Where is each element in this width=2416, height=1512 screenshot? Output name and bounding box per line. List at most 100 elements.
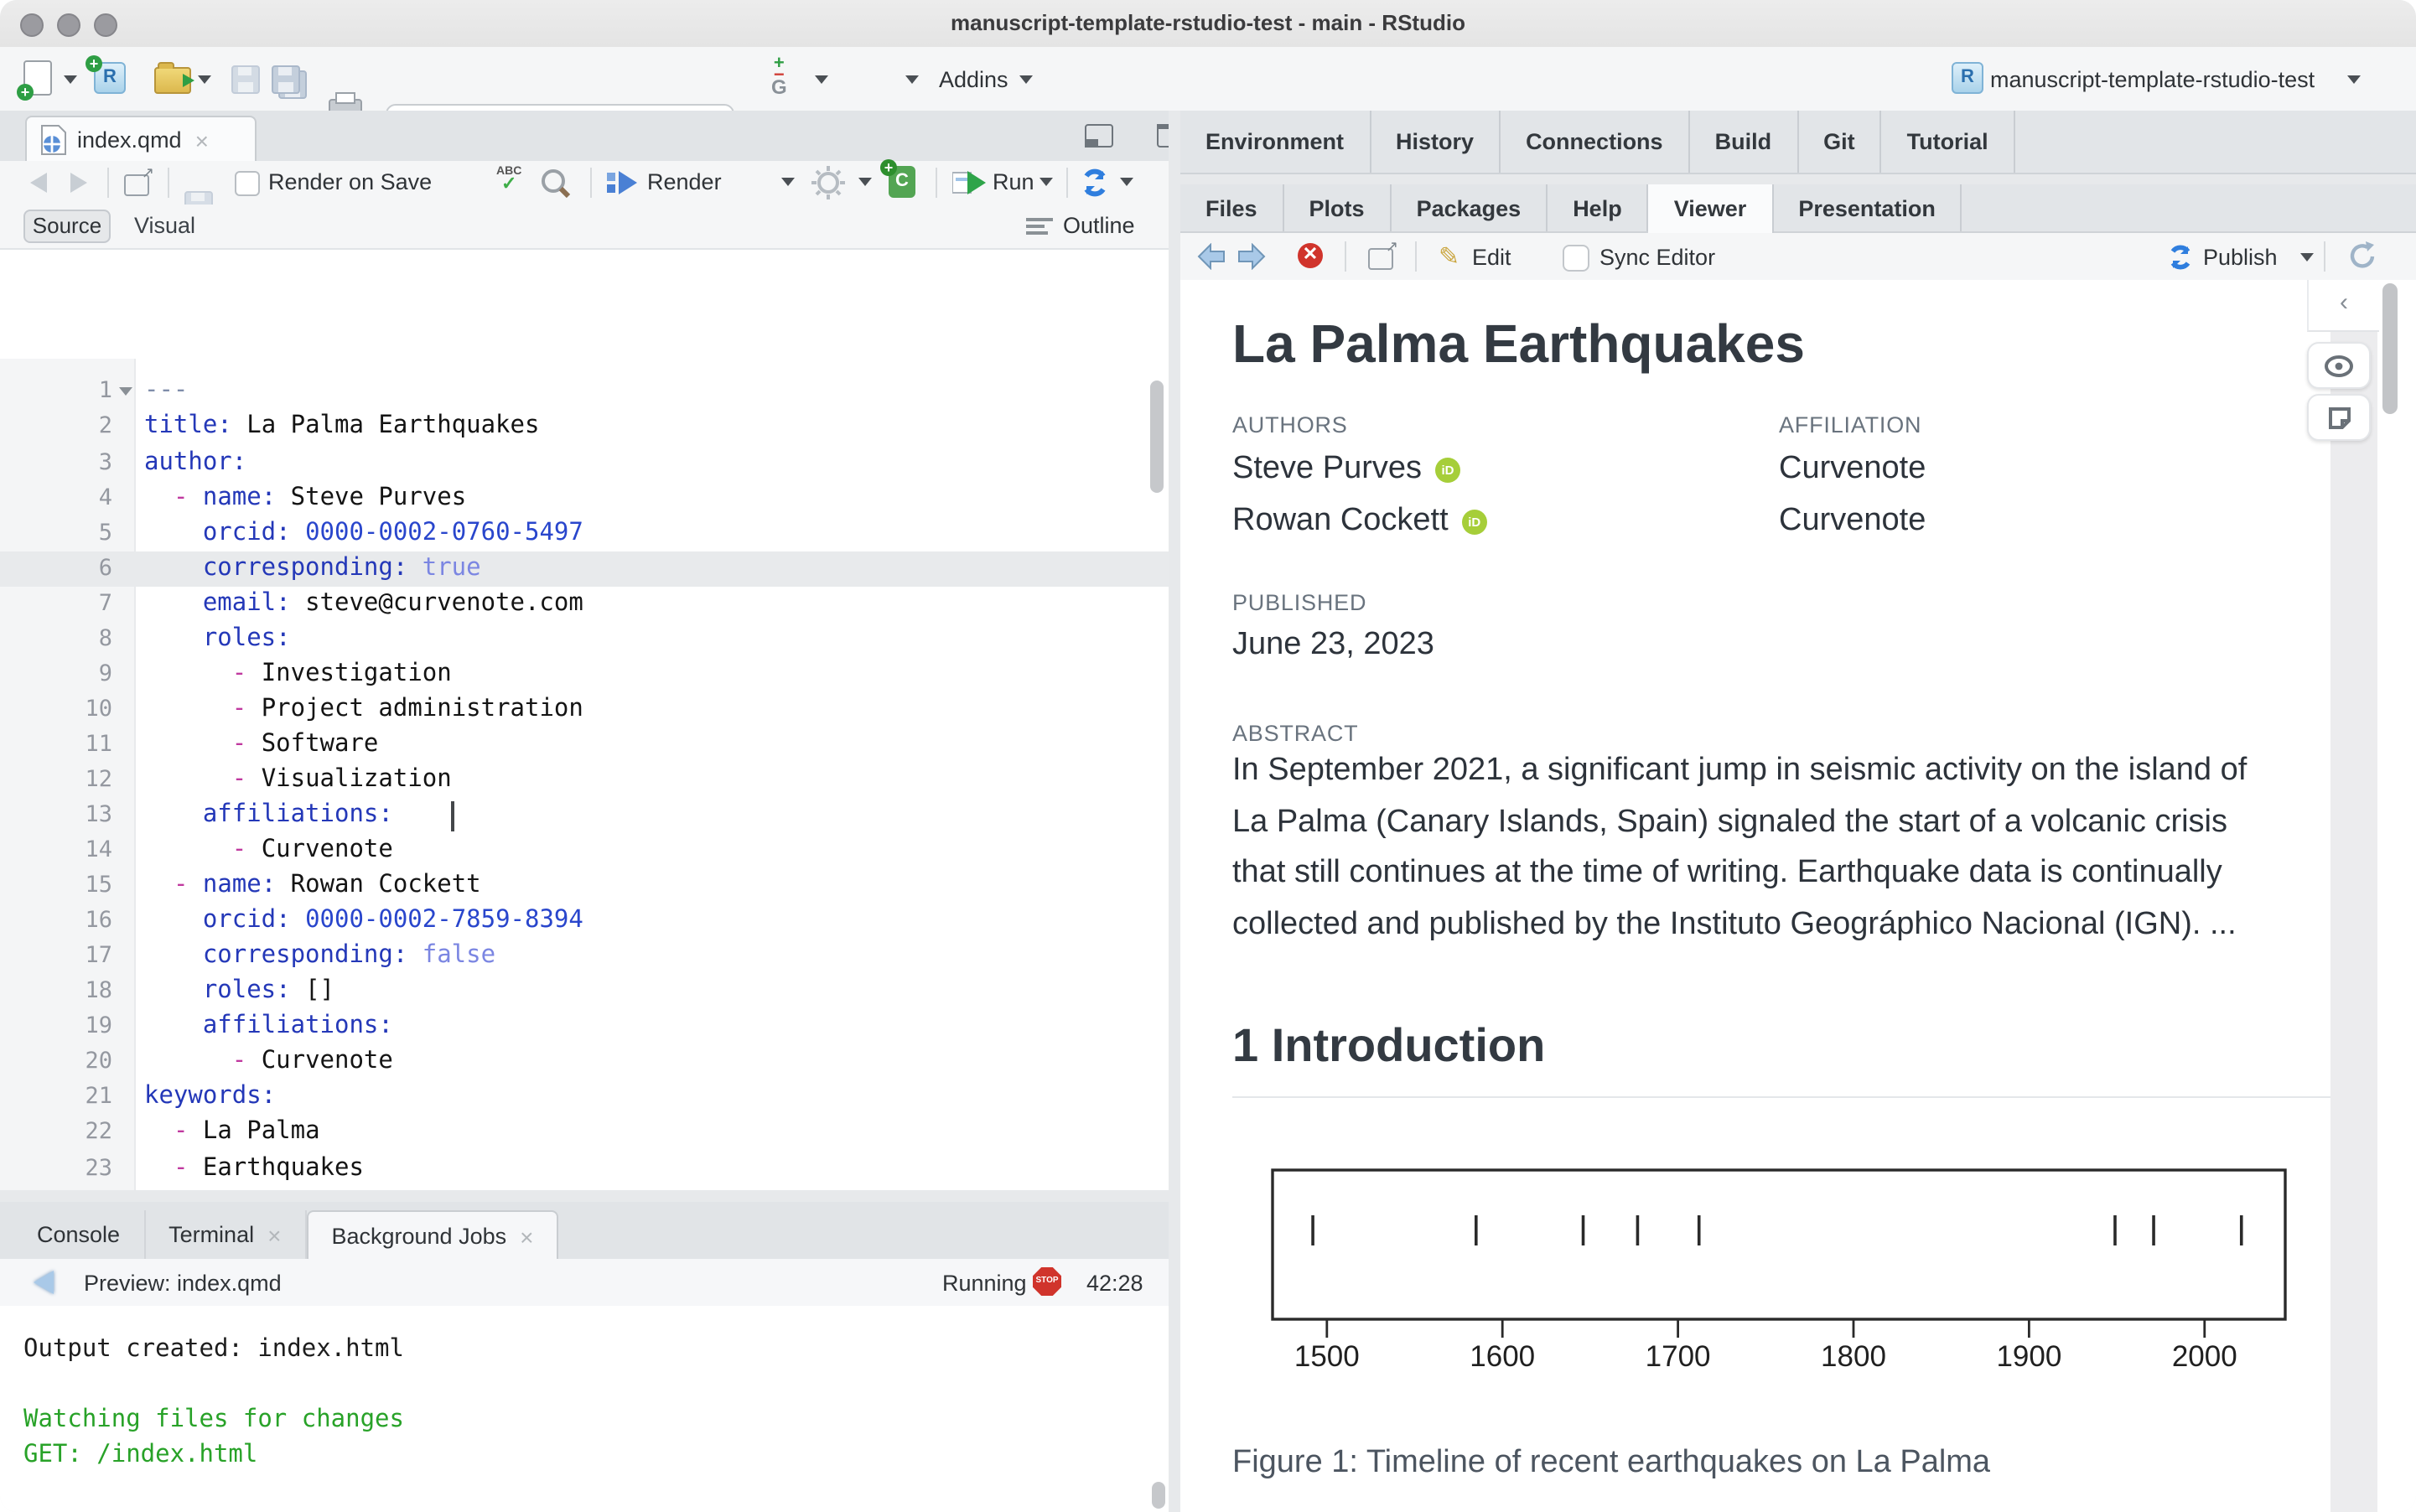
source-script-icon[interactable]	[1080, 168, 1110, 198]
code-line-14[interactable]: 14 - Curvenote	[0, 833, 1169, 868]
new-file-dropdown[interactable]	[64, 75, 77, 84]
version-control-dropdown[interactable]	[815, 75, 828, 84]
minimize-pane-icon[interactable]	[1085, 124, 1113, 148]
code-line-8[interactable]: 8 roles:	[0, 622, 1169, 657]
run-dropdown[interactable]	[1040, 178, 1053, 186]
forward-icon[interactable]	[70, 173, 87, 193]
right-pane-divider[interactable]	[1180, 174, 2416, 184]
insert-chunk-icon[interactable]: C +	[880, 159, 915, 198]
open-file-icon[interactable]	[154, 62, 194, 94]
code-line-11[interactable]: 11 - Software	[0, 728, 1169, 763]
editor-scrollbar[interactable]	[1150, 381, 1164, 493]
code-line-12[interactable]: 12 - Visualization	[0, 763, 1169, 798]
code-line-18[interactable]: 18 roles: []	[0, 975, 1169, 1010]
code-line-23[interactable]: 23 - Earthquakes	[0, 1151, 1169, 1186]
viewer-forward-icon[interactable]	[1237, 243, 1266, 270]
collapse-panel-button[interactable]: ‹	[2307, 280, 2379, 332]
code-line-19[interactable]: 19 affiliations:	[0, 1010, 1169, 1045]
open-recent-dropdown[interactable]	[198, 75, 211, 84]
highlights-button[interactable]	[2307, 342, 2371, 389]
tab-viewer[interactable]: Viewer	[1648, 184, 1774, 233]
code-line-9[interactable]: 9 - Investigation	[0, 657, 1169, 692]
code-line-21[interactable]: 21 keywords:	[0, 1080, 1169, 1116]
code-line-16[interactable]: 16 orcid: 0000-0002-7859-8394	[0, 904, 1169, 939]
code-line-22[interactable]: 22 - La Palma	[0, 1116, 1169, 1151]
viewer-clear-icon[interactable]: ✕	[1298, 243, 1323, 268]
tab-presentation[interactable]: Presentation	[1773, 184, 1962, 231]
vertical-pane-divider[interactable]	[1169, 111, 1180, 1512]
settings-dropdown[interactable]	[858, 178, 872, 186]
viewer-scrollbar[interactable]	[2382, 283, 2398, 414]
refresh-icon[interactable]	[2347, 241, 2377, 272]
tab-git[interactable]: Git	[1798, 111, 1882, 173]
console-tab-console[interactable]: Console	[13, 1210, 146, 1259]
project-dropdown[interactable]	[2347, 75, 2361, 84]
code-line-5[interactable]: 5 orcid: 0000-0002-0760-5497	[0, 515, 1169, 551]
tab-connections[interactable]: Connections	[1501, 111, 1690, 173]
open-in-new-window-icon[interactable]	[124, 164, 154, 196]
sync-editor-checkbox[interactable]	[1563, 245, 1589, 272]
find-replace-icon[interactable]	[540, 168, 572, 199]
horizontal-pane-divider[interactable]	[0, 1190, 1169, 1202]
viewer-back-icon[interactable]	[1197, 243, 1226, 270]
publish-dropdown[interactable]	[2300, 253, 2314, 261]
viewer-edit-button[interactable]: Edit	[1472, 245, 1511, 270]
addins-menu[interactable]: Addins	[939, 67, 1008, 92]
code-line-4[interactable]: 4 - name: Steve Purves	[0, 480, 1169, 515]
close-tab-icon[interactable]: ×	[195, 127, 209, 153]
tab-build[interactable]: Build	[1690, 111, 1799, 173]
orcid-icon[interactable]: iD	[1435, 457, 1460, 482]
tab-files[interactable]: Files	[1180, 184, 1284, 231]
spellcheck-icon[interactable]: ABC ✓	[496, 166, 521, 194]
jobs-output[interactable]: Output created: index.html Watching files…	[0, 1306, 1169, 1512]
code-line-3[interactable]: 3 author:	[0, 445, 1169, 480]
code-line-7[interactable]: 7 email: steve@curvenote.com	[0, 586, 1169, 621]
editor-tab-index-qmd[interactable]: index.qmd ×	[25, 116, 257, 163]
code-line-13[interactable]: 13 affiliations:	[0, 798, 1169, 833]
render-button[interactable]: Render	[647, 169, 722, 194]
source-mode-button[interactable]: Source	[23, 210, 111, 243]
tab-environment[interactable]: Environment	[1180, 111, 1371, 173]
tab-history[interactable]: History	[1371, 111, 1501, 173]
comments-button[interactable]	[2307, 394, 2371, 441]
tab-tutorial[interactable]: Tutorial	[1882, 111, 2015, 173]
code-line-10[interactable]: 10 - Project administration	[0, 692, 1169, 728]
console-tab-terminal[interactable]: Terminal ×	[145, 1210, 307, 1259]
viewer-new-window-icon[interactable]	[1368, 238, 1398, 270]
stop-job-icon[interactable]: STOP	[1033, 1267, 1061, 1296]
console-scrollbar[interactable]	[1152, 1482, 1165, 1509]
version-control-icon[interactable]: + − G	[771, 54, 787, 97]
code-editor[interactable]: 1 --- 2 title: La Palma Earthquakes 3 author:…	[0, 359, 1169, 1272]
code-line-6[interactable]: 6 corresponding: true	[0, 551, 1169, 587]
addins-dropdown[interactable]	[1019, 75, 1033, 84]
close-tab-icon[interactable]: ×	[267, 1221, 281, 1248]
panes-dropdown[interactable]	[905, 75, 919, 84]
tab-packages[interactable]: Packages	[1392, 184, 1548, 231]
tab-help[interactable]: Help	[1548, 184, 1649, 231]
fold-arrow-icon[interactable]	[119, 387, 132, 396]
orcid-icon[interactable]: iD	[1461, 509, 1487, 534]
outline-toggle[interactable]: Outline	[1063, 213, 1135, 238]
visual-mode-button[interactable]: Visual	[134, 213, 195, 238]
jobs-back-icon[interactable]	[34, 1271, 54, 1294]
save-icon[interactable]	[231, 65, 260, 94]
code-line-1[interactable]: 1 ---	[0, 375, 1169, 410]
source-dropdown[interactable]	[1120, 178, 1133, 186]
tab-plots[interactable]: Plots	[1284, 184, 1392, 231]
settings-gear-icon[interactable]	[811, 166, 845, 199]
new-project-icon[interactable]: R +	[86, 55, 126, 94]
publish-button[interactable]: Publish	[2203, 245, 2278, 270]
back-icon[interactable]	[30, 173, 47, 193]
code-line-17[interactable]: 17 corresponding: false	[0, 939, 1169, 974]
code-line-15[interactable]: 15 - name: Rowan Cockett	[0, 868, 1169, 904]
abstract-line: collected and published by the Instituto…	[1232, 906, 2237, 941]
run-button[interactable]: Run	[993, 169, 1034, 194]
project-menu[interactable]: manuscript-template-rstudio-test	[1990, 67, 2315, 92]
console-tab-background-jobs[interactable]: Background Jobs ×	[306, 1210, 559, 1261]
new-file-icon[interactable]: +	[17, 60, 52, 101]
code-line-2[interactable]: 2 title: La Palma Earthquakes	[0, 410, 1169, 445]
close-tab-icon[interactable]: ×	[520, 1223, 533, 1250]
render-dropdown[interactable]	[781, 178, 795, 186]
code-line-20[interactable]: 20 - Curvenote	[0, 1045, 1169, 1080]
render-on-save-checkbox[interactable]	[235, 171, 260, 196]
